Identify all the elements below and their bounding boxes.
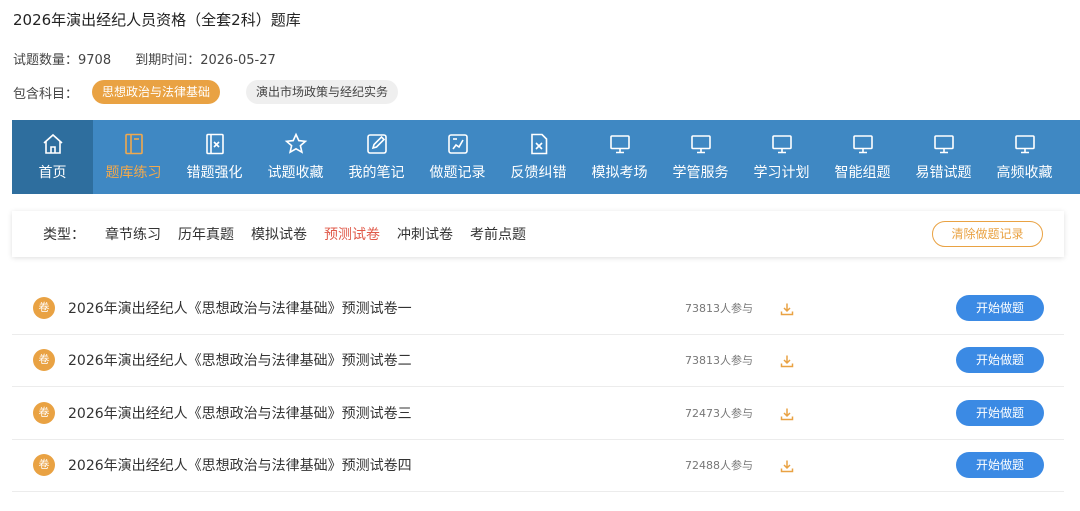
nav-item-wrong-questions[interactable]: 错题强化 xyxy=(174,120,255,194)
nav-item-high-frequency[interactable]: 高频收藏 xyxy=(984,120,1065,194)
download-icon[interactable] xyxy=(780,353,794,368)
start-quiz-button[interactable]: 开始做题 xyxy=(956,452,1044,479)
participant-count: 72473人参与 xyxy=(685,406,753,420)
participant-count: 72488人参与 xyxy=(685,459,753,473)
paper-badge: 卷 xyxy=(33,454,55,477)
paper-badge: 卷 xyxy=(33,349,55,372)
start-quiz-button[interactable]: 开始做题 xyxy=(956,399,1044,426)
nav-item-label: 高频收藏 xyxy=(996,165,1053,181)
home-icon xyxy=(42,133,63,154)
type-filter-label: 类型： xyxy=(43,227,85,243)
filter-pre-exam-tips[interactable]: 考前点题 xyxy=(470,224,526,244)
paper-badge: 卷 xyxy=(33,401,55,424)
download-icon[interactable] xyxy=(780,301,794,315)
paper-title: 2026年演出经纪人《思想政治与法律基础》预测试卷三 xyxy=(68,405,412,422)
nav-item-home[interactable]: 首页 xyxy=(12,120,93,194)
note-edit-icon xyxy=(366,134,387,154)
nav-item-label: 反馈纠错 xyxy=(510,165,567,181)
monitor-icon xyxy=(771,135,792,154)
nav-item-label: 模拟考场 xyxy=(591,165,648,181)
page-title: 2026年演出经纪人员资格（全套2科）题库 xyxy=(13,11,301,29)
start-quiz-button[interactable]: 开始做题 xyxy=(956,294,1044,321)
star-icon xyxy=(284,132,307,154)
filter-mock-papers[interactable]: 模拟试卷 xyxy=(251,224,307,244)
feedback-icon xyxy=(530,133,547,155)
paper-title: 2026年演出经纪人《思想政治与法律基础》预测试卷二 xyxy=(68,353,412,370)
nav-item-favorites[interactable]: 试题收藏 xyxy=(255,120,336,194)
bank-meta: 试题数量：9708 到期时间：2026-05-27 xyxy=(13,49,276,68)
nav-item-error-prone[interactable]: 易错试题 xyxy=(903,120,984,194)
nav-item-label: 智能组题 xyxy=(834,165,891,181)
participant-count: 73813人参与 xyxy=(685,354,753,368)
nav-item-label: 试题收藏 xyxy=(267,165,324,181)
nav-item-label: 易错试题 xyxy=(915,165,972,181)
paper-row: 卷 2026年演出经纪人《思想政治与法律基础》预测试卷二 73813人参与 开始… xyxy=(12,335,1064,387)
monitor-icon xyxy=(933,135,954,154)
wrong-book-icon xyxy=(205,133,224,155)
nav-item-label: 做题记录 xyxy=(429,165,486,181)
filter-chapter-practice[interactable]: 章节练习 xyxy=(105,224,161,244)
nav-item-label: 首页 xyxy=(38,165,67,181)
record-icon xyxy=(447,134,468,154)
type-filter-bar: 类型： 章节练习 历年真题 模拟试卷 预测试卷 冲刺试卷 考前点题 清除做题记录 xyxy=(12,211,1064,257)
monitor-icon xyxy=(1014,135,1035,154)
expire-date: 到期时间：2026-05-27 xyxy=(135,53,276,68)
paper-row: 卷 2026年演出经纪人《思想政治与法律基础》预测试卷一 73813人参与 开始… xyxy=(12,282,1064,335)
filter-sprint-papers[interactable]: 冲刺试卷 xyxy=(397,224,453,244)
subject-chip-market-practice[interactable]: 演出市场政策与经纪实务 xyxy=(246,80,399,104)
paper-badge: 卷 xyxy=(33,296,55,319)
nav-item-feedback[interactable]: 反馈纠错 xyxy=(498,120,579,194)
subject-list: 包含科目： 思想政治与法律基础 演出市场政策与经纪实务 xyxy=(13,80,424,104)
nav-item-label: 学管服务 xyxy=(672,165,729,181)
question-count: 试题数量：9708 xyxy=(13,53,112,68)
download-icon[interactable] xyxy=(780,458,794,473)
filter-prediction-papers[interactable]: 预测试卷 xyxy=(324,224,380,244)
nav-item-label: 题库练习 xyxy=(105,165,162,181)
nav-item-question-bank[interactable]: 题库练习 xyxy=(93,120,174,194)
download-icon[interactable] xyxy=(780,406,794,420)
participant-count: 73813人参与 xyxy=(685,301,753,315)
nav-item-records[interactable]: 做题记录 xyxy=(417,120,498,194)
monitor-icon xyxy=(690,135,711,154)
nav-item-mock-exam[interactable]: 模拟考场 xyxy=(579,120,660,194)
start-quiz-button[interactable]: 开始做题 xyxy=(956,347,1044,374)
book-icon xyxy=(124,133,143,155)
subject-chip-politics-law[interactable]: 思想政治与法律基础 xyxy=(92,80,221,104)
nav-item-study-service[interactable]: 学管服务 xyxy=(660,120,741,194)
monitor-icon xyxy=(609,135,630,154)
paper-row: 卷 2026年演出经纪人《思想政治与法律基础》预测试卷三 72473人参与 开始… xyxy=(12,387,1064,440)
paper-title: 2026年演出经纪人《思想政治与法律基础》预测试卷一 xyxy=(68,300,412,317)
main-nav: 首页 题库练习 错题强化 试题收藏 我的笔记 做题记录 反馈纠错 模拟考场 学管… xyxy=(12,120,1080,194)
paper-title: 2026年演出经纪人《思想政治与法律基础》预测试卷四 xyxy=(68,458,412,475)
nav-item-study-plan[interactable]: 学习计划 xyxy=(741,120,822,194)
paper-list: 卷 2026年演出经纪人《思想政治与法律基础》预测试卷一 73813人参与 开始… xyxy=(12,282,1064,492)
clear-records-button[interactable]: 清除做题记录 xyxy=(932,221,1043,247)
nav-item-smart-compose[interactable]: 智能组题 xyxy=(822,120,903,194)
paper-row: 卷 2026年演出经纪人《思想政治与法律基础》预测试卷四 72488人参与 开始… xyxy=(12,440,1064,492)
nav-item-notes[interactable]: 我的笔记 xyxy=(336,120,417,194)
nav-item-label: 我的笔记 xyxy=(348,165,405,181)
nav-item-label: 错题强化 xyxy=(186,165,243,181)
subjects-label: 包含科目： xyxy=(13,86,79,102)
filter-past-exams[interactable]: 历年真题 xyxy=(178,224,234,244)
monitor-icon xyxy=(852,135,873,154)
nav-item-label: 学习计划 xyxy=(753,165,810,181)
